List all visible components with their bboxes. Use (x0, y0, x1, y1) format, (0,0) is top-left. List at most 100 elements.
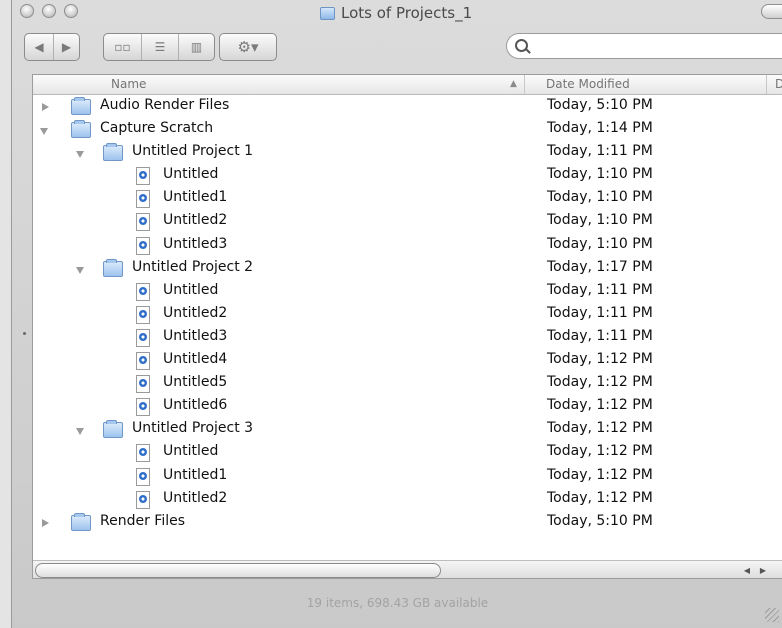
document-icon (136, 352, 150, 371)
file-name: Render Files (100, 512, 186, 529)
list-item[interactable]: Untitled5 Today, 1:12 PM (33, 373, 782, 396)
file-name: Untitled2 (163, 489, 228, 506)
folder-icon (71, 120, 91, 139)
date-modified: Today, 5:10 PM (547, 512, 653, 529)
date-modified: Today, 1:12 PM (547, 397, 653, 414)
date-modified: Today, 1:11 PM (547, 143, 653, 160)
date-modified: Today, 1:11 PM (547, 304, 653, 321)
zoom-button[interactable] (64, 4, 78, 18)
list-item[interactable]: Untitled1 Today, 1:10 PM (33, 188, 782, 211)
window-title: Lots of Projects_1 (320, 3, 472, 23)
column-divider[interactable] (766, 75, 767, 94)
list-item[interactable]: Untitled3 Today, 1:10 PM (33, 235, 782, 258)
toolbar-toggle-button[interactable] (761, 4, 782, 19)
column-header-date-modified[interactable]: Date Modified (546, 77, 630, 91)
title-bar[interactable]: Lots of Projects_1 (12, 0, 782, 26)
document-icon (136, 236, 150, 255)
date-modified: Today, 1:10 PM (547, 166, 653, 183)
date-modified: Today, 1:10 PM (547, 235, 653, 252)
column-view-button[interactable]: ▥ (178, 34, 214, 60)
list-item[interactable]: Untitled Project 1 Today, 1:11 PM (33, 142, 782, 165)
column-view-icon: ▥ (190, 40, 203, 54)
disclosure-triangle-open-icon[interactable] (75, 142, 87, 165)
icon-view-button[interactable]: ▫▫ (104, 34, 141, 60)
window-edge-dot (23, 332, 26, 335)
document-icon (136, 305, 150, 324)
file-name: Untitled3 (163, 327, 228, 344)
date-modified: Today, 1:12 PM (547, 420, 653, 437)
list-item[interactable]: Untitled Project 3 Today, 1:12 PM (33, 419, 782, 442)
list-header: Name ▲ Date Modified D (33, 75, 782, 95)
file-name: Untitled2 (163, 212, 228, 229)
icon-view-icon: ▫▫ (114, 40, 131, 54)
back-button[interactable]: ◀ (25, 34, 53, 60)
disclosure-triangle-closed-icon[interactable] (39, 96, 51, 119)
column-divider[interactable] (524, 75, 525, 94)
scroll-left-arrow-icon: ◀ (743, 565, 751, 575)
column-header-name[interactable]: Name (111, 77, 146, 91)
list-item[interactable]: Capture Scratch Today, 1:14 PM (33, 119, 782, 142)
column-header-partial[interactable]: D (775, 77, 782, 91)
search-field[interactable] (506, 33, 782, 59)
file-name: Untitled3 (163, 235, 228, 252)
disclosure-triangle-open-icon[interactable] (75, 258, 87, 281)
file-rows: Audio Render Files Today, 5:10 PM Capture … (33, 96, 782, 535)
resize-grip-icon[interactable] (765, 608, 779, 622)
search-input[interactable] (533, 37, 767, 57)
close-button[interactable] (20, 4, 34, 18)
file-name: Untitled (163, 281, 219, 298)
scrollbar-thumb[interactable] (35, 563, 441, 578)
list-view-icon: ☰ (154, 40, 166, 54)
list-item[interactable]: Untitled2 Today, 1:10 PM (33, 211, 782, 234)
list-item[interactable]: Untitled3 Today, 1:11 PM (33, 327, 782, 350)
forward-button[interactable]: ▶ (53, 34, 79, 60)
folder-icon (103, 143, 123, 162)
file-name: Untitled2 (163, 304, 228, 321)
search-icon (515, 39, 528, 52)
minimize-button[interactable] (42, 4, 56, 18)
file-name: Untitled6 (163, 397, 228, 414)
disclosure-triangle-open-icon[interactable] (75, 419, 87, 442)
date-modified: Today, 1:17 PM (547, 258, 653, 275)
file-name: Untitled Project 3 (132, 420, 254, 437)
action-menu-button[interactable]: ⚙▾ (219, 33, 277, 61)
list-item[interactable]: Untitled2 Today, 1:12 PM (33, 489, 782, 512)
date-modified: Today, 1:12 PM (547, 374, 653, 391)
date-modified: Today, 5:10 PM (547, 97, 653, 113)
status-bar: 19 items, 698.43 GB available (306, 596, 489, 610)
list-item[interactable]: Untitled Today, 1:11 PM (33, 281, 782, 304)
list-item[interactable]: Untitled Project 2 Today, 1:17 PM (33, 258, 782, 281)
document-icon (136, 213, 150, 232)
document-icon (136, 167, 150, 186)
date-modified: Today, 1:12 PM (547, 351, 653, 368)
file-name: Untitled Project 2 (132, 258, 254, 275)
list-view-button[interactable]: ☰ (141, 34, 178, 60)
list-item[interactable]: Untitled Today, 1:12 PM (33, 442, 782, 465)
scroll-left-button[interactable]: ◀ (740, 563, 754, 577)
file-list-view: Name ▲ Date Modified D Audio Render File… (32, 74, 782, 579)
file-name: Untitled5 (163, 374, 228, 391)
file-name: Untitled Project 1 (132, 143, 254, 160)
window-title-text: Lots of Projects_1 (341, 4, 473, 22)
document-icon (136, 398, 150, 417)
list-item[interactable]: Audio Render Files Today, 5:10 PM (33, 96, 782, 119)
finder-window: Lots of Projects_1 ◀ ▶ ▫▫ ☰ ▥ ⚙▾ Name ▲ … (11, 0, 782, 628)
disclosure-triangle-closed-icon[interactable] (39, 512, 51, 535)
file-name: Untitled (163, 166, 219, 183)
folder-icon (103, 420, 123, 439)
folder-icon (71, 512, 91, 531)
sort-ascending-icon: ▲ (510, 79, 517, 89)
disclosure-triangle-open-icon[interactable] (39, 119, 51, 142)
list-item[interactable]: Render Files Today, 5:10 PM (33, 512, 782, 535)
list-item[interactable]: Untitled Today, 1:10 PM (33, 165, 782, 188)
document-icon (136, 328, 150, 347)
list-item[interactable]: Untitled2 Today, 1:11 PM (33, 304, 782, 327)
horizontal-scrollbar[interactable]: ◀ ▶ (33, 560, 782, 578)
list-item[interactable]: Untitled4 Today, 1:12 PM (33, 350, 782, 373)
file-name: Untitled (163, 443, 219, 460)
list-item[interactable]: Untitled1 Today, 1:12 PM (33, 466, 782, 489)
date-modified: Today, 1:12 PM (547, 489, 653, 506)
scroll-right-button[interactable]: ▶ (756, 563, 770, 577)
list-item[interactable]: Untitled6 Today, 1:12 PM (33, 396, 782, 419)
document-icon (136, 375, 150, 394)
